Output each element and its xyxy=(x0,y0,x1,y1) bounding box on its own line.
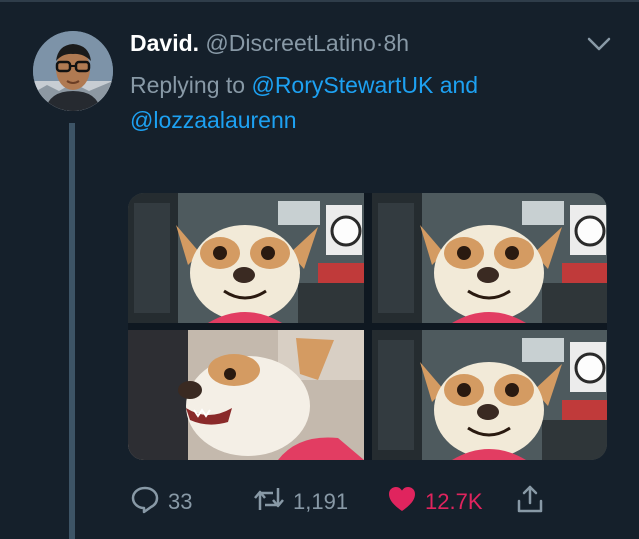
tweet-header: David. @DiscreetLatino·8h xyxy=(130,30,409,57)
media-photo[interactable] xyxy=(372,330,607,460)
avatar[interactable] xyxy=(33,31,113,111)
media-photo[interactable] xyxy=(128,193,364,323)
replying-prefix: Replying to xyxy=(130,72,246,98)
author-name[interactable]: David. xyxy=(130,30,199,56)
like-count: 12.7K xyxy=(425,489,483,514)
like-button[interactable]: 12.7K xyxy=(387,485,483,519)
replying-conjunction[interactable]: and xyxy=(440,72,478,98)
reply-button[interactable]: 33 xyxy=(130,485,192,519)
heart-icon xyxy=(387,484,417,520)
media-photo[interactable] xyxy=(372,193,607,323)
retweet-button[interactable]: 1,191 xyxy=(253,485,348,519)
media-photo[interactable] xyxy=(128,330,364,460)
top-divider xyxy=(0,0,639,2)
retweet-count: 1,191 xyxy=(293,489,349,514)
speech-bubble-icon xyxy=(130,484,160,520)
thread-line xyxy=(69,123,75,539)
tweet-time[interactable]: 8h xyxy=(383,30,409,56)
tweet-actions: 33 1,191 12.7K xyxy=(130,485,550,519)
mention-link[interactable]: @lozzaalaurenn xyxy=(130,107,297,133)
chevron-down-icon[interactable] xyxy=(586,33,612,55)
media-grid xyxy=(128,193,607,460)
share-button[interactable] xyxy=(515,485,545,519)
mention-link[interactable]: @RoryStewartUK xyxy=(251,72,433,98)
share-upload-icon xyxy=(515,484,545,520)
author-handle[interactable]: @DiscreetLatino xyxy=(205,30,375,56)
reply-count: 33 xyxy=(168,489,193,514)
replying-to: Replying to @RoryStewartUK and @lozzaala… xyxy=(130,68,600,138)
retweet-arrows-icon xyxy=(253,484,285,520)
